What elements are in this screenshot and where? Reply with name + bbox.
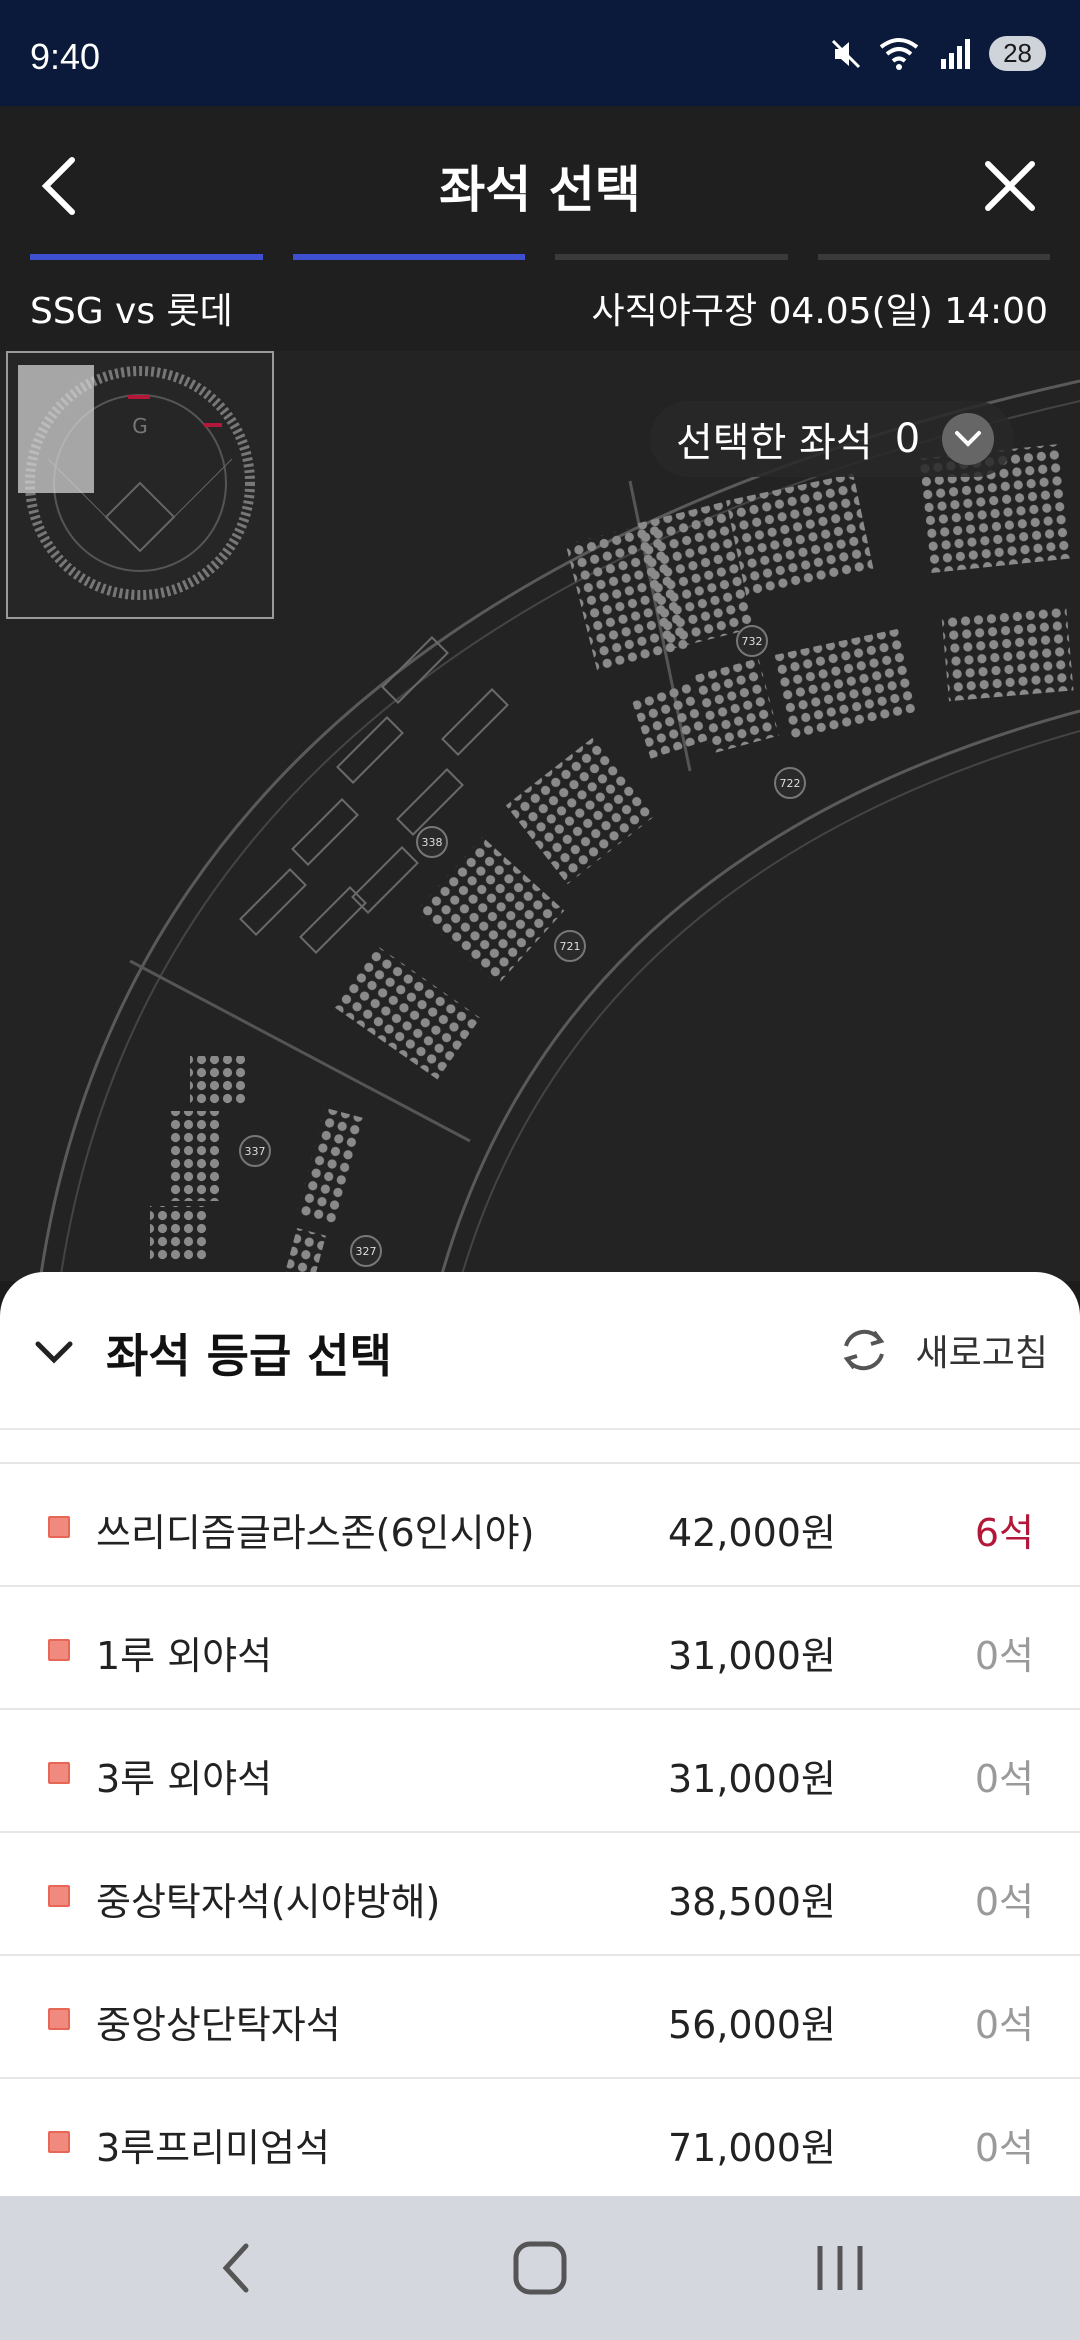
signal-icon bbox=[941, 38, 971, 69]
section-label-337: 337 bbox=[245, 1145, 266, 1158]
seat-grade-sheet: 좌석 등급 선택 새로고침 쓰리디즘글라스존(6인시야) 42,000원 6석 … bbox=[0, 1272, 1080, 2196]
refresh-icon bbox=[843, 1329, 884, 1371]
grade-color-swatch bbox=[48, 2008, 70, 2030]
home-square-icon bbox=[513, 2241, 567, 2295]
grade-color-swatch bbox=[48, 1762, 70, 1784]
nav-home-button[interactable] bbox=[500, 2236, 580, 2300]
grade-price: 42,000원 bbox=[668, 1511, 836, 1555]
sheet-header: 좌석 등급 선택 새로고침 bbox=[0, 1272, 1080, 1430]
venue-datetime: 사직야구장 04.05(일) 14:00 bbox=[591, 291, 1048, 332]
seat-grade-item[interactable]: 1루 외야석 31,000원 0석 bbox=[0, 1585, 1080, 1708]
seat-grade-item[interactable]: 중상탁자석(시야방해) 38,500원 0석 bbox=[0, 1831, 1080, 1954]
progress-step bbox=[817, 254, 1050, 260]
selected-seats-toggle[interactable]: 선택한 좌석 0 bbox=[650, 401, 1015, 477]
refresh-button[interactable]: 새로고침 bbox=[834, 1320, 1048, 1380]
mini-map-viewport[interactable] bbox=[18, 365, 94, 493]
grade-price: 56,000원 bbox=[668, 2003, 836, 2047]
status-icons: 28 bbox=[829, 36, 1046, 71]
match-title: SSG vs 롯데 bbox=[30, 291, 233, 332]
section-label-722: 722 bbox=[780, 777, 801, 790]
collapse-sheet-button[interactable] bbox=[30, 1328, 78, 1376]
section-label-732: 732 bbox=[742, 635, 763, 648]
section-label-721: 721 bbox=[560, 940, 581, 953]
grade-color-swatch bbox=[48, 2131, 70, 2153]
battery-indicator: 28 bbox=[989, 36, 1046, 71]
grade-name: 3루 외야석 bbox=[96, 1757, 273, 1801]
grade-seat-count: 0석 bbox=[974, 2126, 1034, 2170]
recents-icon bbox=[817, 2246, 863, 2290]
grade-color-swatch bbox=[48, 1516, 70, 1538]
mute-icon bbox=[832, 39, 861, 68]
seat-grade-item[interactable]: 쓰리디즘글라스존(6인시야) 42,000원 6석 bbox=[0, 1462, 1080, 1585]
chevron-down-icon bbox=[942, 413, 995, 465]
selected-seats-count: 0 bbox=[894, 416, 921, 462]
close-button[interactable] bbox=[970, 146, 1050, 226]
grade-seat-count: 0석 bbox=[974, 1880, 1034, 1924]
chevron-left-icon bbox=[222, 2243, 249, 2293]
page-header: 좌석 선택 SSG vs 롯데 사직야구장 04.05(일) 14:00 bbox=[0, 106, 1080, 351]
grade-color-swatch bbox=[48, 1885, 70, 1907]
system-nav-bar bbox=[0, 2196, 1080, 2340]
seat-grade-item[interactable]: 3루 외야석 31,000원 0석 bbox=[0, 1708, 1080, 1831]
step-progress bbox=[30, 254, 1050, 260]
seat-blocks[interactable] bbox=[150, 443, 1074, 1281]
selected-seats-label: 선택한 좌석 bbox=[676, 420, 873, 466]
svg-text:G: G bbox=[132, 414, 148, 438]
grade-name: 3루프리미엄석 bbox=[96, 2126, 330, 2170]
grade-name: 1루 외야석 bbox=[96, 1634, 273, 1678]
chevron-down-icon bbox=[35, 1341, 73, 1364]
section-label-327: 327 bbox=[356, 1245, 377, 1258]
seat-grade-list: 쓰리디즘글라스존(6인시야) 42,000원 6석 1루 외야석 31,000원… bbox=[0, 1462, 1080, 2196]
progress-step bbox=[555, 254, 788, 260]
seat-map[interactable]: 732 722 721 338 337 327 G 선택한 좌석 0 bbox=[0, 351, 1080, 1281]
grade-name: 중상탁자석(시야방해) bbox=[96, 1880, 441, 1924]
status-time: 9:40 bbox=[30, 36, 101, 77]
grade-price: 31,000원 bbox=[668, 1634, 836, 1678]
seat-grade-item[interactable]: 3루프리미엄석 71,000원 0석 bbox=[0, 2077, 1080, 2196]
grade-name: 중앙상단탁자석 bbox=[96, 2003, 341, 2047]
grade-price: 31,000원 bbox=[668, 1757, 836, 1801]
mini-map[interactable]: G bbox=[6, 351, 274, 619]
seat-grade-item[interactable]: 중앙상단탁자석 56,000원 0석 bbox=[0, 1954, 1080, 2077]
grade-price: 71,000원 bbox=[668, 2126, 836, 2170]
grade-seat-count: 0석 bbox=[974, 1757, 1034, 1801]
progress-step bbox=[292, 254, 525, 260]
status-bar: 9:40 28 bbox=[0, 0, 1080, 106]
section-label-338: 338 bbox=[422, 836, 443, 849]
wifi-icon bbox=[879, 37, 919, 70]
progress-step bbox=[30, 254, 263, 260]
nav-back-button[interactable] bbox=[198, 2236, 278, 2300]
page-title: 좌석 선택 bbox=[439, 161, 641, 219]
grade-color-swatch bbox=[48, 1639, 70, 1661]
refresh-label: 새로고침 bbox=[915, 1333, 1048, 1374]
nav-recents-button[interactable] bbox=[800, 2236, 880, 2300]
grade-seat-count: 0석 bbox=[974, 2003, 1034, 2047]
grade-seat-count: 6석 bbox=[974, 1511, 1034, 1555]
grade-price: 38,500원 bbox=[668, 1880, 836, 1924]
grade-name: 쓰리디즘글라스존(6인시야) bbox=[96, 1511, 535, 1555]
sheet-title: 좌석 등급 선택 bbox=[106, 1329, 392, 1383]
grade-seat-count: 0석 bbox=[974, 1634, 1034, 1678]
close-icon bbox=[985, 161, 1035, 211]
